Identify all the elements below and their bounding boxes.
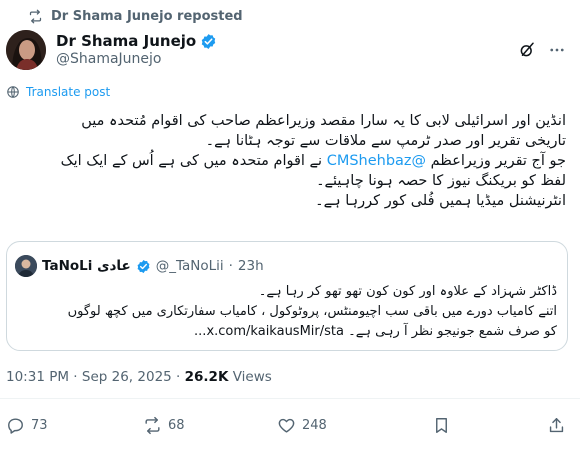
separator-dot: · — [228, 258, 233, 274]
separator-dot: · — [176, 369, 181, 385]
repost-button[interactable]: 68 — [143, 416, 185, 435]
post-text-line: انٹرنیشنل میڈیا ہمیں فُلی کور کررہا ہے۔ — [315, 193, 566, 209]
more-options-icon[interactable] — [548, 41, 566, 59]
globe-icon — [7, 86, 19, 98]
bookmark-icon — [436, 418, 447, 433]
grok-icon[interactable] — [518, 41, 536, 59]
heart-icon — [278, 418, 295, 433]
quoted-text-line: اتنے کامیاب دورے میں باقی سب اچیومنٹس، پ… — [67, 304, 557, 319]
mention-link[interactable]: @CMShehbaz — [327, 153, 426, 169]
repost-count: 68 — [168, 418, 185, 433]
translate-post-link[interactable]: Translate post — [6, 85, 110, 99]
quoted-text-line: ڈاکٹر شہزاد کے علاوہ اور کون کون تھو تھو… — [258, 284, 557, 299]
quoted-author-name: TaNoLi عادی — [42, 258, 131, 274]
like-count: 248 — [302, 418, 327, 433]
divider — [0, 398, 580, 399]
views-count: 26.2K — [184, 369, 229, 385]
reply-button[interactable]: 73 — [6, 416, 48, 435]
separator-dot: · — [73, 369, 78, 385]
quoted-author-handle: @_TaNoLii — [155, 258, 224, 274]
views-label: Views — [232, 369, 272, 385]
action-bar: 73 68 248 — [6, 416, 566, 438]
quoted-author-avatar — [15, 255, 37, 277]
post-text-line: جو آج تقریر وزیراعظم @CMShehbaz نے اقوام… — [60, 153, 566, 169]
share-button[interactable] — [547, 416, 566, 435]
repost-indicator: Dr Shama Junejo reposted — [28, 7, 243, 25]
author-avatar[interactable] — [6, 30, 46, 70]
post-time[interactable]: 10:31 PM — [6, 369, 69, 385]
like-button[interactable]: 248 — [277, 416, 327, 435]
reply-count: 73 — [31, 418, 48, 433]
author-name[interactable]: Dr Shama Junejo — [56, 32, 196, 51]
post-header: Dr Shama Junejo @ShamaJunejo — [6, 27, 566, 73]
verified-badge-icon — [136, 259, 151, 274]
author-handle[interactable]: @ShamaJunejo — [56, 51, 217, 69]
post-metadata: 10:31 PM · Sep 26, 2025 · 26.2K Views — [6, 369, 272, 385]
repost-icon — [145, 416, 160, 435]
bookmark-button[interactable] — [432, 416, 451, 435]
quoted-post-body: ڈاکٹر شہزاد کے علاوہ اور کون کون تھو تھو… — [17, 282, 557, 342]
quoted-post-time: 23h — [237, 258, 264, 274]
post-text-line: تاریخی تقریر اور صدر ٹرمپ سے ملاقات سے ت… — [205, 133, 566, 149]
repost-icon — [29, 9, 42, 23]
verified-badge-icon — [200, 33, 217, 50]
share-icon — [549, 418, 564, 433]
quoted-post-card[interactable]: TaNoLi عادی @_TaNoLii · 23h ڈاکٹر شہزاد … — [6, 241, 568, 351]
repost-label[interactable]: Dr Shama Junejo reposted — [51, 9, 243, 24]
translate-label[interactable]: Translate post — [26, 85, 110, 99]
post-body: انڈین اور اسرائیلی لابی کا یہ سارا مقصد … — [8, 111, 566, 211]
quoted-post-header: TaNoLi عادی @_TaNoLii · 23h — [15, 255, 264, 277]
post-text-line: لفظ کو بریکنگ نیوز کا حصہ ہونا چاہیئے۔ — [316, 173, 566, 189]
reply-icon — [8, 418, 23, 434]
post-date[interactable]: Sep 26, 2025 — [82, 369, 172, 385]
post-text-line: انڈین اور اسرائیلی لابی کا یہ سارا مقصد … — [81, 113, 566, 129]
quoted-text-line: کو صرف شمع جونیجو نظر آ رہی ہے۔ x.com/ka… — [194, 324, 557, 339]
